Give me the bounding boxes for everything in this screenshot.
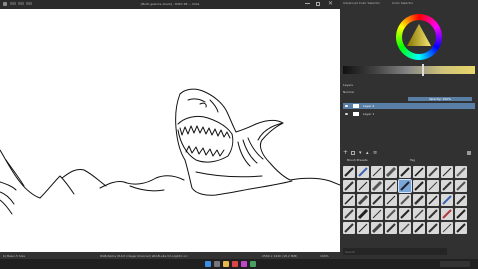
brush-preset[interactable]: [343, 166, 355, 178]
maximize-button[interactable]: [316, 2, 320, 6]
opacity-slider[interactable]: Opacity: 100%: [408, 97, 472, 101]
brush-preset[interactable]: [371, 194, 383, 206]
shark-sketch: [0, 88, 340, 215]
move-up-icon[interactable]: ▴: [366, 150, 369, 156]
brush-preset[interactable]: [343, 180, 355, 192]
properties-icon[interactable]: ≡: [373, 150, 377, 156]
brush-preset[interactable]: [455, 166, 467, 178]
search-icon[interactable]: [214, 261, 220, 267]
windows-icon[interactable]: [205, 261, 211, 267]
brush-preset[interactable]: [357, 166, 369, 178]
krita-icon[interactable]: [241, 261, 247, 267]
add-layer-icon[interactable]: +: [343, 150, 348, 156]
brush-preset-selected[interactable]: [398, 179, 412, 193]
status-zoom[interactable]: 100%: [320, 254, 329, 258]
brush-preset[interactable]: [413, 166, 425, 178]
brush-preset[interactable]: [455, 194, 467, 206]
brush-preset[interactable]: [413, 208, 425, 220]
brush-preset[interactable]: [371, 180, 383, 192]
brush-preset[interactable]: [427, 194, 439, 206]
layer-thumbnail: [353, 112, 359, 116]
brush-preset[interactable]: [413, 180, 425, 192]
eye-icon[interactable]: [345, 105, 348, 107]
brush-preset[interactable]: [357, 194, 369, 206]
eye-icon[interactable]: [345, 113, 348, 115]
brush-preset[interactable]: [385, 180, 397, 192]
layer-toolbar: + ▾ ▴ ≡: [343, 150, 475, 156]
brush-preset[interactable]: [385, 208, 397, 220]
brush-preset[interactable]: [455, 208, 467, 220]
brush-preset[interactable]: [427, 180, 439, 192]
minimize-button[interactable]: [305, 3, 310, 4]
brush-presets-title: Brush Presets: [347, 158, 368, 162]
brush-preset[interactable]: [441, 208, 453, 220]
docker-panel: Advanced Color Selector Color Selector L…: [340, 0, 478, 259]
preset-search-input[interactable]: [343, 248, 447, 255]
delete-layer-icon[interactable]: [467, 151, 471, 155]
brush-preset[interactable]: [399, 208, 411, 220]
color-strip-marker[interactable]: [422, 64, 424, 76]
brush-preset[interactable]: [399, 222, 411, 234]
brush-preset[interactable]: [413, 194, 425, 206]
color-history-strip[interactable]: [343, 66, 475, 74]
brush-preset[interactable]: [371, 222, 383, 234]
status-colorspace: RGB/Alpha (8-bit integer/channel) sRGB-e…: [100, 254, 188, 258]
layers-title: Layers: [343, 83, 353, 87]
brush-preset[interactable]: [385, 166, 397, 178]
brush-preset[interactable]: [371, 166, 383, 178]
files-icon[interactable]: [223, 261, 229, 267]
status-dimensions: 2560 x 1440 (18.2 MiB): [262, 254, 298, 258]
brush-preset[interactable]: [427, 166, 439, 178]
move-down-icon[interactable]: ▾: [359, 150, 362, 156]
media-icon[interactable]: [250, 261, 256, 267]
close-button[interactable]: ✕: [328, 1, 333, 7]
brush-preset[interactable]: [343, 194, 355, 206]
status-brush: b) Basic-5 Size: [3, 254, 26, 258]
drawing-canvas[interactable]: [0, 9, 340, 252]
brush-preset[interactable]: [357, 180, 369, 192]
color-triangle[interactable]: [405, 22, 433, 50]
duplicate-layer-icon[interactable]: [351, 151, 355, 155]
color-wheel[interactable]: [396, 14, 442, 60]
brush-preset[interactable]: [399, 194, 411, 206]
brush-preset[interactable]: [385, 222, 397, 234]
browser-icon[interactable]: [232, 261, 238, 267]
layer-row[interactable]: Layer 2: [343, 103, 475, 109]
status-bar: b) Basic-5 Size RGB/Alpha (8-bit integer…: [0, 252, 340, 259]
layer-name: Layer 1: [363, 112, 375, 116]
brush-preset[interactable]: [455, 180, 467, 192]
brush-preset[interactable]: [343, 208, 355, 220]
brush-preset-grid: [343, 166, 475, 246]
brush-preset[interactable]: [357, 222, 369, 234]
brush-preset[interactable]: [357, 208, 369, 220]
layer-thumbnail: [353, 104, 359, 108]
layer-row[interactable]: Layer 1: [343, 111, 475, 117]
brush-preset[interactable]: [371, 208, 383, 220]
brush-preset[interactable]: [441, 194, 453, 206]
brush-preset[interactable]: [441, 222, 453, 234]
brush-preset[interactable]: [385, 194, 397, 206]
tab-color-selector[interactable]: Color Selector: [392, 1, 413, 6]
blend-mode-select[interactable]: Normal: [343, 90, 354, 94]
brush-preset[interactable]: [413, 222, 425, 234]
brush-preset[interactable]: [399, 166, 411, 178]
brush-preset[interactable]: [427, 208, 439, 220]
window-title: [Multi-gesture shark] - 8467.68 — Krita: [140, 2, 200, 6]
os-taskbar: [0, 259, 478, 269]
brush-preset[interactable]: [441, 180, 453, 192]
tray-icon[interactable]: [440, 261, 470, 267]
layer-name: Layer 2: [363, 104, 375, 108]
brush-preset[interactable]: [455, 222, 467, 234]
presets-tag[interactable]: Tag: [410, 158, 415, 162]
brush-preset[interactable]: [343, 222, 355, 234]
tab-advanced-color-selector[interactable]: Advanced Color Selector: [343, 1, 380, 6]
brush-preset[interactable]: [427, 222, 439, 234]
brush-preset[interactable]: [441, 166, 453, 178]
